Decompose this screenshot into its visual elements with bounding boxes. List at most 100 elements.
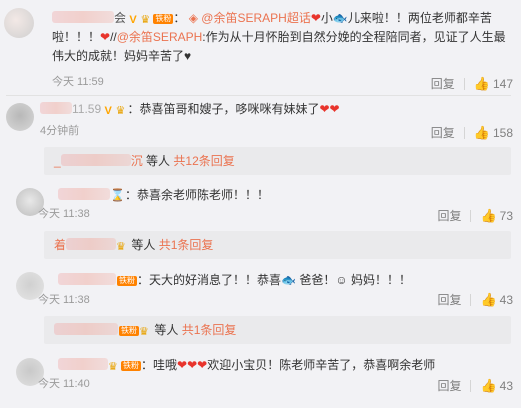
like-button[interactable]: 👍 147	[474, 76, 513, 92]
reply-button[interactable]: 回复	[437, 377, 461, 394]
comment-body: 铁粉 ：天大的好消息了！！恭喜🐟 爸爸！☺ 妈妈！！！	[58, 271, 511, 290]
fish-emoji-icon: 🐟	[332, 11, 348, 25]
heart-icon: ❤❤❤	[177, 358, 208, 372]
comment-text: 小	[320, 11, 333, 25]
like-count: 158	[492, 125, 513, 140]
crown-icon: ♛	[140, 14, 151, 26]
hourglass-icon: ⌛	[110, 188, 125, 202]
thumbs-up-icon: 👍	[480, 291, 497, 307]
like-button[interactable]: 👍 43	[480, 292, 513, 308]
thumbs-up-icon: 👍	[473, 75, 490, 91]
thumbs-up-icon: 👍	[480, 377, 497, 393]
more-replies-link[interactable]: 共1条回复	[159, 238, 214, 252]
crown-icon: ♛	[116, 241, 126, 253]
comment-text: 伟大的成就！妈妈辛苦了	[52, 49, 185, 63]
avatar[interactable]	[6, 103, 34, 131]
comment-text: //	[110, 30, 117, 44]
comment-text: ：天大的好消息了！！恭喜	[137, 273, 282, 287]
comment-actions: 回复 👍 43	[437, 291, 513, 308]
fan-badge: 铁粉	[121, 361, 141, 371]
reply-button[interactable]: 回复	[437, 291, 461, 308]
crown-icon: ♛	[108, 361, 118, 373]
divider	[463, 77, 465, 90]
sub-people-label: 等人	[146, 154, 171, 168]
crown-icon: ♛	[139, 326, 149, 338]
fan-badge: 铁粉	[153, 14, 174, 24]
username[interactable]	[66, 238, 117, 250]
more-replies-link[interactable]: 共1条回复	[182, 323, 237, 337]
heart-icon: ❤	[100, 30, 111, 44]
like-button[interactable]: 👍 73	[480, 208, 513, 224]
divider	[463, 126, 465, 139]
heart-icon: ❤	[310, 11, 321, 25]
crown-icon: ♛	[115, 105, 126, 117]
divider	[470, 209, 472, 222]
comment-text: 儿来啦！！两位老师都辛苦	[347, 11, 492, 25]
username[interactable]	[60, 154, 131, 166]
comment-text: 妈妈！！！	[350, 273, 411, 287]
comment-body: 会 V ♛ 铁粉： ◈ @余笛SERAPH超话❤小🐟儿来啦！！两位老师都辛苦 啦！！…	[52, 11, 506, 63]
heart-icon: ❤❤	[319, 102, 340, 116]
timestamp: 今天 11:38	[38, 294, 90, 306]
sub-replies[interactable]: _ 沉 等人 共12条回复	[44, 147, 511, 175]
divider	[6, 95, 511, 96]
like-count: 43	[499, 292, 513, 307]
comment-text: ：哇哦	[141, 358, 178, 372]
timestamp: 今天 11:40	[38, 378, 90, 390]
sub-replies-summary: 铁粉 ♛ 等人 共1条回复	[54, 323, 236, 338]
like-count: 73	[499, 208, 513, 223]
more-replies-link[interactable]: 共12条回复	[173, 154, 234, 168]
comment-body: ♛ 铁粉 ：哇哦❤❤❤欢迎小宝贝！陈老师辛苦了，恭喜啊余老师	[58, 356, 511, 375]
vip-v-icon: V	[104, 105, 112, 117]
sub-replies-summary: 着 ♛ 等人 共1条回复	[54, 238, 213, 253]
timestamp: 今天 11:38	[38, 208, 90, 220]
username[interactable]	[58, 358, 108, 370]
sub-replies[interactable]: 着 ♛ 等人 共1条回复	[44, 231, 511, 259]
mention-link[interactable]: @余笛SERAPH	[117, 30, 203, 44]
like-count: 147	[492, 76, 513, 91]
comment-actions: 回复 👍 158	[431, 124, 513, 141]
hug-emoji-icon: ☺	[335, 273, 348, 287]
thumbs-up-icon: 👍	[473, 124, 490, 140]
divider	[470, 379, 472, 392]
sub-people-label: 等人	[154, 323, 179, 337]
username[interactable]	[52, 11, 114, 23]
timestamp: 4分钟前	[40, 125, 80, 137]
username[interactable]	[40, 102, 72, 114]
reply-button[interactable]: 回复	[431, 75, 455, 92]
username[interactable]	[54, 323, 118, 335]
comment-text: 啦！！！	[52, 30, 101, 44]
username[interactable]	[58, 273, 116, 285]
sub-username: 沉	[130, 154, 143, 168]
like-button[interactable]: 👍 43	[480, 378, 513, 394]
comment-body: 11.59 V ♛ ：恭喜笛哥和嫂子，哆咪咪有妹妹了❤❤	[40, 100, 511, 119]
fan-badge: 铁粉	[117, 276, 137, 286]
divider	[470, 293, 472, 306]
sub-replies-summary: _ 沉 等人 共12条回复	[54, 154, 235, 168]
thumbs-up-icon: 👍	[480, 207, 497, 223]
vip-v-icon: V	[129, 14, 137, 26]
fish-emoji-icon: 🐟	[281, 273, 296, 287]
black-heart-icon: ♥	[184, 49, 192, 63]
comment-text: :作为从十月怀胎到自然分娩的全程陪同者，见证了人生最	[202, 30, 506, 44]
comment-body: ⌛：恭喜余老师陈老师！！！	[58, 186, 511, 205]
comment-text: ：恭喜余老师陈老师！！！	[124, 188, 269, 202]
mention-link[interactable]: @余笛SERAPH超话	[201, 11, 311, 25]
avatar[interactable]	[4, 8, 34, 38]
comment-text: ：恭喜笛哥和嫂子，哆咪咪有妹妹了	[127, 102, 320, 116]
topic-icon: ◈	[188, 11, 198, 25]
sub-people-label: 等人	[131, 238, 156, 252]
comment-text: 爸爸！	[299, 273, 336, 287]
reply-button[interactable]: 回复	[431, 124, 455, 141]
comment-actions: 回复 👍 147	[431, 75, 513, 92]
like-button[interactable]: 👍 158	[474, 125, 513, 141]
comment-actions: 回复 👍 73	[437, 207, 513, 224]
comment-actions: 回复 👍 43	[437, 377, 513, 394]
sub-replies[interactable]: 铁粉 ♛ 等人 共1条回复	[44, 316, 511, 344]
sub-username: 着	[54, 238, 67, 252]
sub-username: _	[54, 154, 61, 168]
username[interactable]	[58, 188, 110, 200]
fan-badge: 铁粉	[119, 326, 139, 336]
like-count: 43	[499, 378, 513, 393]
reply-button[interactable]: 回复	[437, 207, 461, 224]
